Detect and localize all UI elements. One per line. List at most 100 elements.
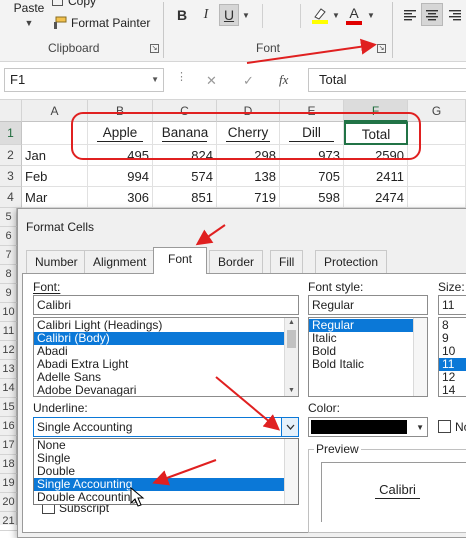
font-list-option[interactable]: Adobe Devanagari: [34, 384, 298, 397]
column-header-d[interactable]: D: [217, 100, 280, 122]
row-header[interactable]: 20: [0, 493, 17, 512]
cell-a4[interactable]: Mar: [22, 187, 88, 208]
cell-g2[interactable]: [408, 145, 466, 166]
scroll-up-arrow[interactable]: ▲: [285, 318, 298, 328]
row-header[interactable]: 11: [0, 322, 17, 341]
row-header[interactable]: 21: [0, 512, 17, 531]
font-name-input[interactable]: Calibri: [33, 295, 299, 315]
paste-button[interactable]: Paste: [12, 0, 46, 16]
highlight-dropdown[interactable]: ▼: [331, 8, 341, 22]
cell-g3[interactable]: [408, 166, 466, 187]
copy-button[interactable]: Copy: [52, 0, 122, 8]
font-name-list[interactable]: Calibri Light (Headings) Calibri (Body) Ab…: [33, 317, 299, 397]
column-header-b[interactable]: B: [88, 100, 153, 122]
underline-button[interactable]: U: [219, 4, 239, 26]
select-all-corner[interactable]: [0, 100, 22, 122]
cell-d3[interactable]: 138: [217, 166, 280, 187]
row-header[interactable]: 19: [0, 474, 17, 493]
row-header[interactable]: 18: [0, 455, 17, 474]
row-header[interactable]: 8: [0, 265, 17, 284]
row-header-2[interactable]: 2: [0, 145, 22, 166]
underline-list-scrollbar[interactable]: [284, 439, 298, 504]
font-style-list[interactable]: Regular Italic Bold Bold Italic: [308, 317, 428, 397]
cell-d1[interactable]: Cherry: [217, 122, 280, 145]
row-header[interactable]: 9: [0, 284, 17, 303]
cell-b4[interactable]: 306: [88, 187, 153, 208]
tab-fill[interactable]: Fill: [270, 250, 304, 273]
row-header[interactable]: 15: [0, 398, 17, 417]
cell-e2[interactable]: 973: [280, 145, 344, 166]
cell-d4[interactable]: 719: [217, 187, 280, 208]
confirm-entry-button[interactable]: ✓: [243, 73, 254, 89]
formula-bar-dots-icon[interactable]: ⋮: [176, 72, 187, 83]
cell-c1[interactable]: Banana: [153, 122, 217, 145]
cell-e4[interactable]: 598: [280, 187, 344, 208]
cell-d2[interactable]: 298: [217, 145, 280, 166]
font-color-button[interactable]: A: [344, 2, 364, 28]
formula-input[interactable]: Total: [308, 68, 466, 92]
row-header-4[interactable]: 4: [0, 187, 22, 208]
row-header[interactable]: 14: [0, 379, 17, 398]
row-header[interactable]: 17: [0, 436, 17, 455]
cell-b3[interactable]: 994: [88, 166, 153, 187]
highlight-color-button[interactable]: [310, 2, 330, 28]
name-box[interactable]: F1 ▼: [4, 68, 164, 92]
underline-dropdown[interactable]: ▼: [240, 8, 252, 22]
font-color-dropdown[interactable]: ▼: [366, 8, 376, 22]
size-input[interactable]: 11: [438, 295, 466, 315]
column-header-e[interactable]: E: [280, 100, 344, 122]
font-list-option[interactable]: Calibri (Body): [34, 332, 298, 345]
align-center-button[interactable]: [421, 3, 443, 26]
cell-f1-active[interactable]: Total: [344, 122, 408, 145]
align-left-button[interactable]: [400, 5, 420, 25]
cell-f4[interactable]: 2474: [344, 187, 408, 208]
cell-a3[interactable]: Feb: [22, 166, 88, 187]
cell-e1[interactable]: Dill: [280, 122, 344, 145]
column-header-g[interactable]: G: [408, 100, 466, 122]
cell-c2[interactable]: 824: [153, 145, 217, 166]
cell-a2[interactable]: Jan: [22, 145, 88, 166]
cell-c3[interactable]: 574: [153, 166, 217, 187]
row-header[interactable]: 10: [0, 303, 17, 322]
row-header-1[interactable]: 1: [0, 122, 22, 145]
clipboard-launcher-icon[interactable]: ↘: [150, 44, 159, 53]
font-dialog-launcher-icon[interactable]: ↘: [377, 44, 386, 53]
tab-protection[interactable]: Protection: [315, 250, 388, 273]
tab-alignment[interactable]: Alignment: [84, 250, 156, 273]
cell-g1[interactable]: [408, 122, 466, 145]
paste-dropdown[interactable]: ▼: [20, 16, 38, 30]
column-header-c[interactable]: C: [153, 100, 217, 122]
row-header[interactable]: 6: [0, 227, 17, 246]
tab-font[interactable]: Font: [153, 247, 208, 274]
scroll-down-arrow[interactable]: ▼: [285, 386, 298, 396]
font-style-input[interactable]: Regular: [308, 295, 428, 315]
underline-select[interactable]: Single Accounting: [33, 417, 299, 437]
cell-g4[interactable]: [408, 187, 466, 208]
underline-options-list[interactable]: None Single Double Single Accounting Double …: [33, 438, 299, 505]
normal-font-checkbox[interactable]: [438, 420, 451, 433]
cell-f2[interactable]: 2590: [344, 145, 408, 166]
underline-option[interactable]: None: [34, 439, 298, 452]
cell-a1[interactable]: [22, 122, 88, 145]
row-header[interactable]: 5: [0, 208, 17, 227]
column-header-f[interactable]: F: [344, 100, 408, 122]
row-header[interactable]: 13: [0, 360, 17, 379]
font-list-scrollbar[interactable]: ▲ ▼: [284, 318, 298, 396]
row-header[interactable]: 16: [0, 417, 17, 436]
color-picker[interactable]: ▼: [308, 417, 428, 437]
bold-button[interactable]: B: [172, 4, 192, 26]
format-painter-button[interactable]: Format Painter: [52, 14, 154, 32]
cell-f3[interactable]: 2411: [344, 166, 408, 187]
style-list-scrollbar[interactable]: [413, 318, 427, 396]
scroll-thumb[interactable]: [287, 330, 296, 348]
size-option[interactable]: 14: [439, 384, 466, 397]
insert-function-button[interactable]: fx: [279, 72, 288, 88]
cell-b1[interactable]: Apple: [88, 122, 153, 145]
align-right-button[interactable]: [445, 5, 465, 25]
tab-border[interactable]: Border: [209, 250, 264, 273]
row-header-3[interactable]: 3: [0, 166, 22, 187]
row-header[interactable]: 12: [0, 341, 17, 360]
font-style-option[interactable]: Bold Italic: [309, 358, 427, 371]
underline-dropdown-button[interactable]: [281, 418, 298, 436]
cell-c4[interactable]: 851: [153, 187, 217, 208]
